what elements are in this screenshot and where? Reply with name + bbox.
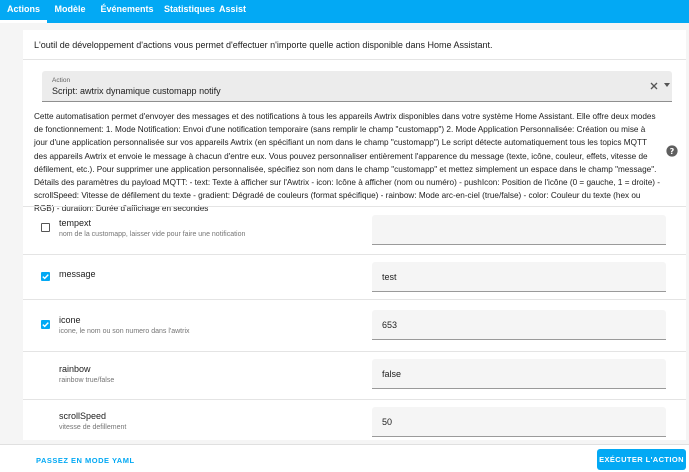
- checkbox-icone[interactable]: [41, 320, 50, 329]
- field-description: rainbow true/false: [59, 377, 115, 384]
- yaml-mode-button[interactable]: PASSEZ EN MODE YAML: [36, 456, 135, 465]
- scrollspeed-input[interactable]: 50: [372, 407, 666, 437]
- execute-action-button[interactable]: EXÉCUTER L'ACTION: [597, 449, 686, 470]
- tab-actions[interactable]: Actions: [0, 0, 47, 23]
- field-description: nom de la customapp, laisser vide pour f…: [59, 231, 246, 238]
- rainbow-input[interactable]: false: [372, 359, 666, 389]
- field-name: icone: [59, 315, 81, 325]
- message-input[interactable]: test: [372, 262, 666, 292]
- field-name: message: [59, 269, 96, 279]
- action-select-value: Script: awtrix dynamique customapp notif…: [52, 86, 221, 96]
- tab-modele[interactable]: Modèle: [50, 0, 90, 23]
- field-description: vitesse de defillement: [59, 424, 127, 431]
- action-card: L'outil de développement d'actions vous …: [23, 30, 686, 440]
- icone-input[interactable]: 653: [372, 310, 666, 340]
- field-row-scrollspeed: scrollSpeed vitesse de defillement 50: [23, 399, 686, 440]
- checkbox-tempext[interactable]: [41, 223, 50, 232]
- field-row-tempext: tempext nom de la customapp, laisser vid…: [23, 206, 686, 254]
- field-row-rainbow: rainbow rainbow true/false false: [23, 351, 686, 399]
- caret-down-icon[interactable]: [664, 83, 670, 87]
- close-icon[interactable]: [648, 80, 660, 92]
- field-name: tempext: [59, 218, 92, 228]
- tab-statistiques[interactable]: Statistiques: [158, 0, 221, 23]
- checkbox-message[interactable]: [41, 272, 50, 281]
- help-circle-icon[interactable]: ?: [666, 145, 678, 157]
- tab-assist[interactable]: Assist: [219, 0, 246, 23]
- tempext-input[interactable]: [372, 215, 666, 245]
- field-name: rainbow: [59, 364, 91, 374]
- field-description: icone, le nom ou son numero dans l'awtri…: [59, 328, 190, 335]
- action-select-label: Action: [52, 77, 71, 84]
- action-select[interactable]: Action Script: awtrix dynamique customap…: [42, 71, 672, 102]
- divider: [23, 59, 686, 60]
- field-row-icone: icone icone, le nom ou son numero dans l…: [23, 299, 686, 351]
- check-icon: [42, 322, 49, 328]
- field-row-message: message test: [23, 254, 686, 299]
- bottom-action-bar: PASSEZ EN MODE YAML EXÉCUTER L'ACTION: [0, 444, 689, 472]
- tab-evenements[interactable]: Événements: [96, 0, 158, 23]
- top-tab-bar: Actions Modèle Événements Statistiques A…: [0, 0, 689, 23]
- script-description: Cette automatisation permet d'envoyer de…: [34, 112, 660, 214]
- svg-text:?: ?: [670, 147, 675, 156]
- field-name: scrollSpeed: [59, 411, 107, 421]
- check-icon: [42, 274, 49, 280]
- intro-text: L'outil de développement d'actions vous …: [34, 40, 493, 50]
